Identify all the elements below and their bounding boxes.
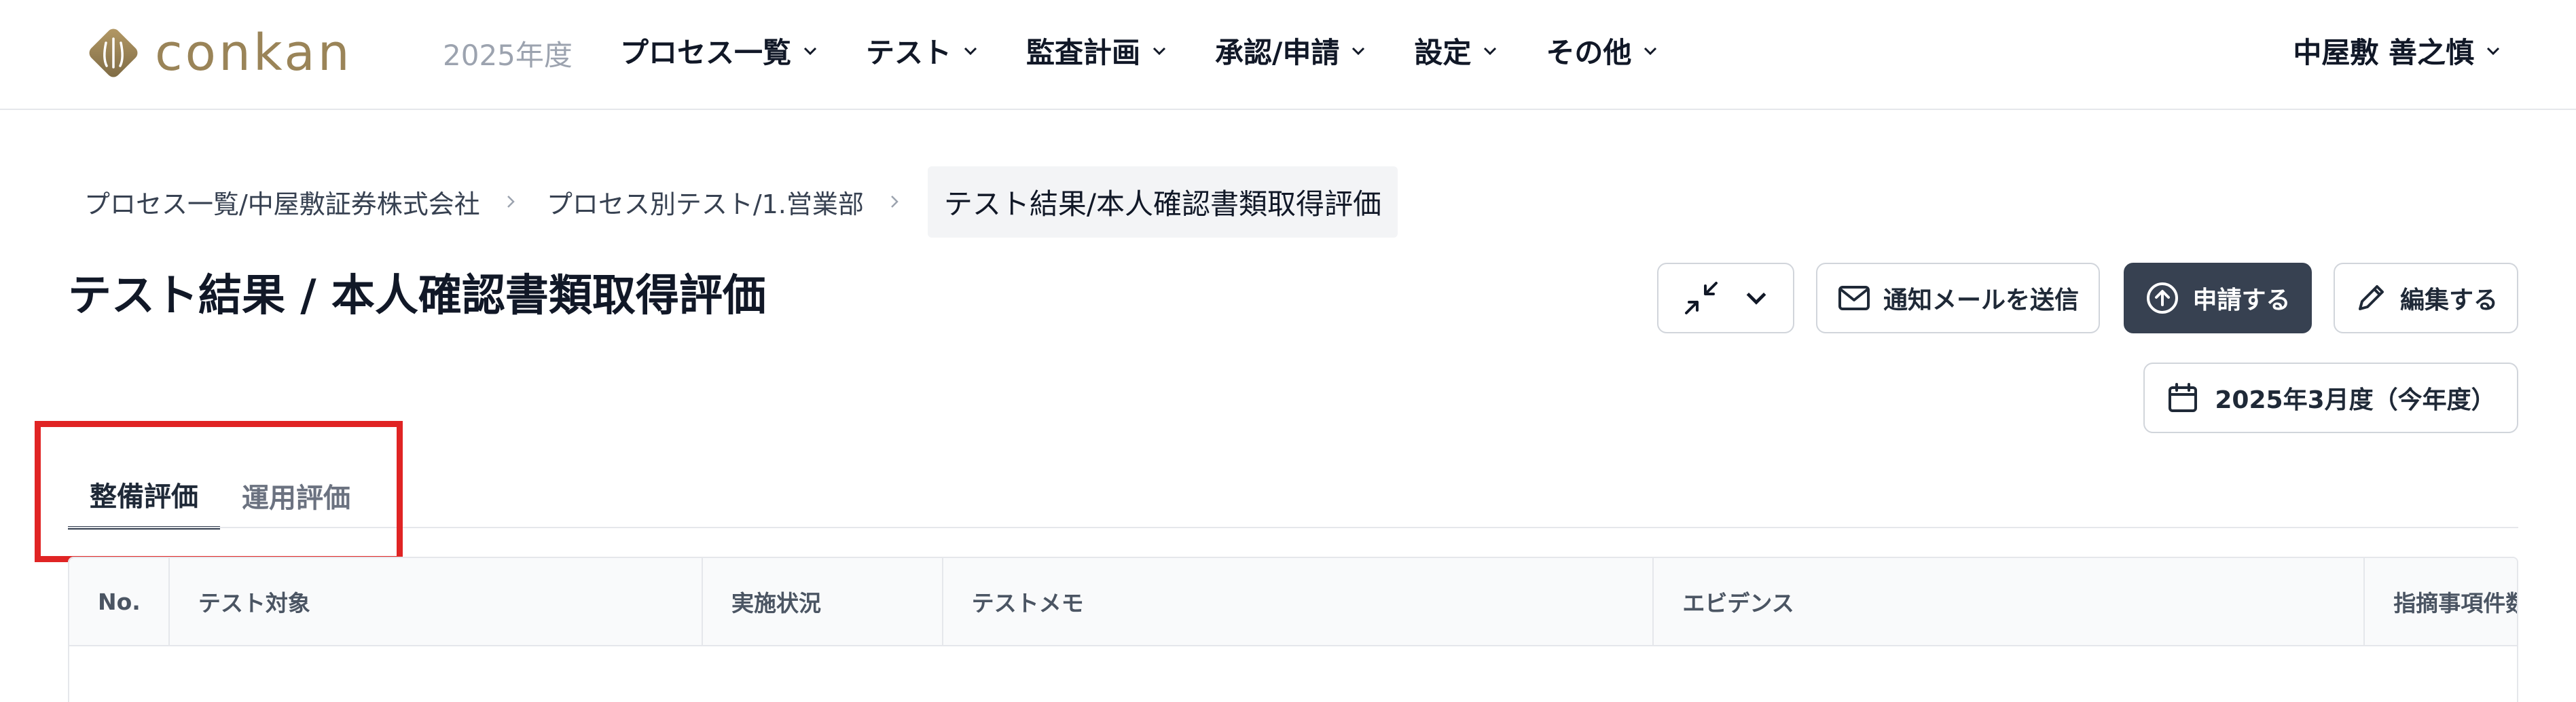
breadcrumb-current: テスト結果/本人確認書類取得評価 xyxy=(927,166,1398,238)
collapse-toggle-button[interactable] xyxy=(1657,263,1794,333)
user-menu[interactable]: 中屋敷 善之慎 xyxy=(2293,30,2501,71)
chevron-down-icon xyxy=(1746,292,1766,305)
chevron-right-icon xyxy=(507,196,515,208)
test-results-table: No. テスト対象 実施状況 テストメモ エビデンス 指摘事項件数 xyxy=(68,557,2518,702)
chevron-down-icon xyxy=(1644,47,1657,55)
nav-test[interactable]: テスト xyxy=(866,30,979,71)
main-nav: プロセス一覧 テスト 監査計画 承認/申請 設定 その他 xyxy=(620,30,1706,71)
nav-approval[interactable]: 承認/申請 xyxy=(1215,30,1366,71)
top-navigation-bar: conkan 2025年度 プロセス一覧 テスト 監査計画 承認/申請 設定 そ… xyxy=(0,0,2576,110)
page-title: テスト結果 / 本人確認書類取得評価 xyxy=(68,271,766,321)
calendar-icon xyxy=(2169,383,2198,412)
column-header-evidence[interactable]: エビデンス xyxy=(1654,558,2365,645)
column-header-no[interactable]: No. xyxy=(69,558,170,645)
highlight-box xyxy=(35,421,403,562)
nav-process-list[interactable]: プロセス一覧 xyxy=(620,30,818,71)
column-header-test-target[interactable]: テスト対象 xyxy=(170,558,703,645)
pencil-icon xyxy=(2358,285,2384,310)
period-label: 2025年3月度（今年度） xyxy=(2215,386,2496,414)
nav-label: 監査計画 xyxy=(1026,36,1141,69)
breadcrumb: プロセス一覧/中屋敷証券株式会社 プロセス別テスト/1.営業部 テスト結果/本人… xyxy=(81,166,1398,238)
nav-label: その他 xyxy=(1546,36,1632,69)
upload-circle-icon xyxy=(2147,282,2179,314)
chevron-right-icon xyxy=(890,196,899,208)
fiscal-year-label[interactable]: 2025年度 xyxy=(443,33,573,74)
chevron-down-icon xyxy=(1484,47,1497,55)
conkan-logo[interactable]: conkan xyxy=(86,20,352,86)
column-header-status[interactable]: 実施状況 xyxy=(703,558,943,645)
mail-icon xyxy=(1838,286,1870,310)
column-header-issue-count[interactable]: 指摘事項件数 xyxy=(2365,558,2517,645)
apply-button[interactable]: 申請する xyxy=(2124,263,2312,333)
chevron-down-icon xyxy=(803,47,817,55)
breadcrumb-link[interactable]: プロセス別テスト/1.営業部 xyxy=(544,183,867,221)
nav-label: 設定 xyxy=(1414,36,1472,69)
chevron-down-icon xyxy=(1153,47,1166,55)
edit-button[interactable]: 編集する xyxy=(2334,263,2518,333)
logo-mark-icon xyxy=(89,29,138,77)
nav-label: 承認/申請 xyxy=(1215,36,1340,69)
nav-label: プロセス一覧 xyxy=(620,36,792,69)
send-notification-label: 通知メールを送信 xyxy=(1883,287,2079,314)
breadcrumb-link[interactable]: プロセス一覧/中屋敷証券株式会社 xyxy=(81,183,483,221)
minimize-icon xyxy=(1685,282,1718,314)
nav-label: テスト xyxy=(866,36,952,69)
tabs-divider xyxy=(68,527,2518,528)
chevron-down-icon xyxy=(1352,47,1365,55)
nav-settings[interactable]: 設定 xyxy=(1414,30,1498,71)
nav-audit-plan[interactable]: 監査計画 xyxy=(1026,30,1167,71)
edit-label: 編集する xyxy=(2399,287,2498,314)
column-header-test-memo[interactable]: テストメモ xyxy=(943,558,1654,645)
chevron-down-icon xyxy=(2486,47,2500,55)
send-notification-button[interactable]: 通知メールを送信 xyxy=(1816,263,2100,333)
user-name: 中屋敷 善之慎 xyxy=(2293,36,2474,69)
nav-other[interactable]: その他 xyxy=(1546,30,1658,71)
chevron-down-icon xyxy=(964,47,977,55)
logo-wordmark: conkan xyxy=(155,24,352,82)
apply-label: 申請する xyxy=(2192,287,2291,314)
table-header-row: No. テスト対象 実施状況 テストメモ エビデンス 指摘事項件数 xyxy=(69,558,2517,646)
period-selector-button[interactable]: 2025年3月度（今年度） xyxy=(2143,363,2518,433)
